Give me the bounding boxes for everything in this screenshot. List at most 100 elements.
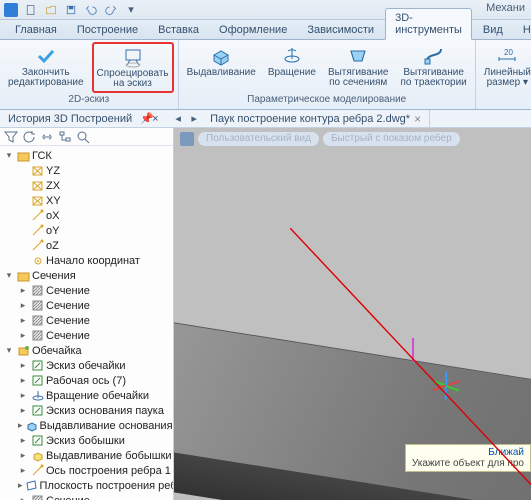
ribbon-revolve-button[interactable]: Вращение — [264, 42, 320, 81]
expand-icon[interactable]: ▸ — [18, 376, 28, 386]
svg-text:20: 20 — [504, 48, 513, 57]
link-icon[interactable] — [40, 130, 54, 144]
tree-node[interactable]: ▾ Сечения — [0, 268, 173, 283]
tree-node[interactable]: oZ — [0, 238, 173, 253]
tab-3[interactable]: Оформление — [210, 21, 296, 39]
search-icon[interactable] — [76, 130, 90, 144]
tab-6[interactable]: Вид — [474, 21, 512, 39]
pin-icon[interactable]: 📌 — [140, 112, 152, 125]
expand-icon[interactable]: ▸ — [18, 496, 28, 500]
view-next-icon[interactable]: ▸ — [186, 111, 202, 127]
tree-label: Сечение — [46, 330, 90, 342]
collapse-icon[interactable]: ▾ — [4, 271, 14, 281]
expand-icon[interactable]: ▸ — [18, 286, 28, 296]
expand-icon[interactable]: ▸ — [18, 421, 23, 431]
tree-node[interactable]: ▸Сечение — [0, 298, 173, 313]
tab-5[interactable]: 3D-инструменты — [385, 8, 472, 40]
hint-line1: Ближай — [412, 447, 524, 458]
home-icon[interactable] — [180, 132, 194, 146]
tree-node[interactable]: oX — [0, 208, 173, 223]
tab-7[interactable]: Настройки — [514, 21, 531, 39]
expand-icon[interactable]: ▸ — [18, 316, 28, 326]
origin-icon — [30, 254, 44, 268]
expand-icon[interactable]: ▸ — [18, 436, 28, 446]
tree-label: Сечения — [32, 270, 76, 282]
ribbon-extrude-button[interactable]: Выдавливание — [183, 42, 260, 81]
tree-node[interactable]: ▸Вращение обечайки — [0, 388, 173, 403]
tree-label: oX — [46, 210, 59, 222]
expand-icon[interactable]: ▸ — [18, 331, 28, 341]
tree-node[interactable]: Начало координат — [0, 253, 173, 268]
tab-2[interactable]: Вставка — [149, 21, 208, 39]
sketch-icon — [30, 404, 44, 418]
expand-icon[interactable]: ▸ — [18, 406, 28, 416]
ribbon-project-button[interactable]: Спроецировать на эскиз — [92, 42, 174, 93]
3d-viewport[interactable]: Пользовательский вид Быстрый с показом р… — [174, 128, 531, 500]
file-tab[interactable]: Паук построение контура ребра 2.dwg* × — [202, 110, 430, 128]
axis-icon — [30, 239, 44, 253]
expand-icon[interactable]: ▸ — [18, 391, 28, 401]
tree-node[interactable]: ▸Плоскость построения ребра 1 — [0, 478, 173, 493]
sketch-icon — [30, 434, 44, 448]
tree-node[interactable]: ZX — [0, 178, 173, 193]
tree-node[interactable]: ▸Сечение — [0, 493, 173, 500]
axis-icon — [30, 464, 44, 478]
tree-node[interactable]: ▸Выдавливание основания паук — [0, 418, 173, 433]
qat-redo-icon[interactable] — [104, 3, 118, 17]
tree-icon[interactable] — [58, 130, 72, 144]
tree-node[interactable]: ▸Эскиз обечайки — [0, 358, 173, 373]
expand-icon[interactable]: ▸ — [18, 466, 28, 476]
qat-more-icon[interactable]: ▾ — [124, 3, 138, 17]
ribbon-group-1: Выдавливание Вращение Вытягивание по сечен… — [179, 40, 476, 109]
refresh-icon[interactable] — [22, 130, 36, 144]
tree-label: Эскиз бобышки — [46, 435, 125, 447]
qat-undo-icon[interactable] — [84, 3, 98, 17]
extrude-icon — [210, 45, 232, 67]
ribbon-sweep-button[interactable]: Вытягивание по траектории — [396, 42, 470, 91]
plane-icon — [30, 194, 44, 208]
tree-node[interactable]: ▸ Рабочая ось (7) — [0, 373, 173, 388]
tree-label: XY — [46, 195, 61, 207]
tree-node[interactable]: oY — [0, 223, 173, 238]
filter-icon[interactable] — [4, 130, 18, 144]
tree-node[interactable]: ▸ Эскиз бобышки — [0, 433, 173, 448]
tree-node[interactable]: ▾Обечайка — [0, 343, 173, 358]
view-prev-icon[interactable]: ◂ — [170, 111, 186, 127]
tree-node[interactable]: XY — [0, 193, 173, 208]
tab-1[interactable]: Построение — [68, 21, 147, 39]
tree-label: Начало координат — [46, 255, 140, 267]
plane-icon — [30, 179, 44, 193]
tree-label: Рабочая ось (7) — [46, 375, 126, 387]
tab-0[interactable]: Главная — [6, 21, 66, 39]
ribbon-label: Вращение — [268, 68, 316, 78]
tab-4[interactable]: Зависимости — [298, 21, 383, 39]
tree-node[interactable]: ▸Эскиз основания паука — [0, 403, 173, 418]
no-expander — [18, 166, 28, 176]
expand-icon[interactable]: ▸ — [18, 301, 28, 311]
feature-tree[interactable]: ▾ГСКYZZX XY oXoYoZ Начало координат ▾ Сечения… — [0, 146, 173, 500]
tree-node[interactable]: ▸Сечение — [0, 313, 173, 328]
qat-save-icon[interactable] — [64, 3, 78, 17]
qat-new-icon[interactable] — [24, 3, 38, 17]
tree-node[interactable]: ▸Выдавливание бобышки — [0, 448, 173, 463]
crumb-view[interactable]: Пользовательский вид — [198, 132, 319, 146]
tree-node[interactable]: ▾ГСК — [0, 148, 173, 163]
expand-icon[interactable]: ▸ — [18, 361, 28, 371]
expand-icon[interactable]: ▸ — [18, 451, 28, 461]
collapse-icon[interactable]: ▾ — [4, 346, 14, 356]
ribbon-loft-button[interactable]: Вытягивание по сечениям — [324, 42, 393, 91]
tree-node[interactable]: ▸Сечение — [0, 283, 173, 298]
expand-icon[interactable]: ▸ — [18, 481, 23, 491]
ribbon-finish-button[interactable]: Закончить редактирование — [4, 42, 88, 91]
origin-gizmo — [431, 370, 461, 400]
ribbon-dim-button[interactable]: 20Линейный размер ▾ — [480, 42, 531, 91]
close-panel-icon[interactable]: × — [152, 113, 164, 125]
qat-open-icon[interactable] — [44, 3, 58, 17]
file-tab-close-icon[interactable]: × — [414, 112, 421, 126]
collapse-icon[interactable]: ▾ — [4, 151, 14, 161]
group-label: 2D-эскиз — [68, 94, 109, 107]
crumb-style[interactable]: Быстрый с показом ребер — [323, 132, 460, 146]
tree-node[interactable]: YZ — [0, 163, 173, 178]
tree-node[interactable]: ▸Ось построения ребра 1 — [0, 463, 173, 478]
tree-node[interactable]: ▸ Сечение — [0, 328, 173, 343]
